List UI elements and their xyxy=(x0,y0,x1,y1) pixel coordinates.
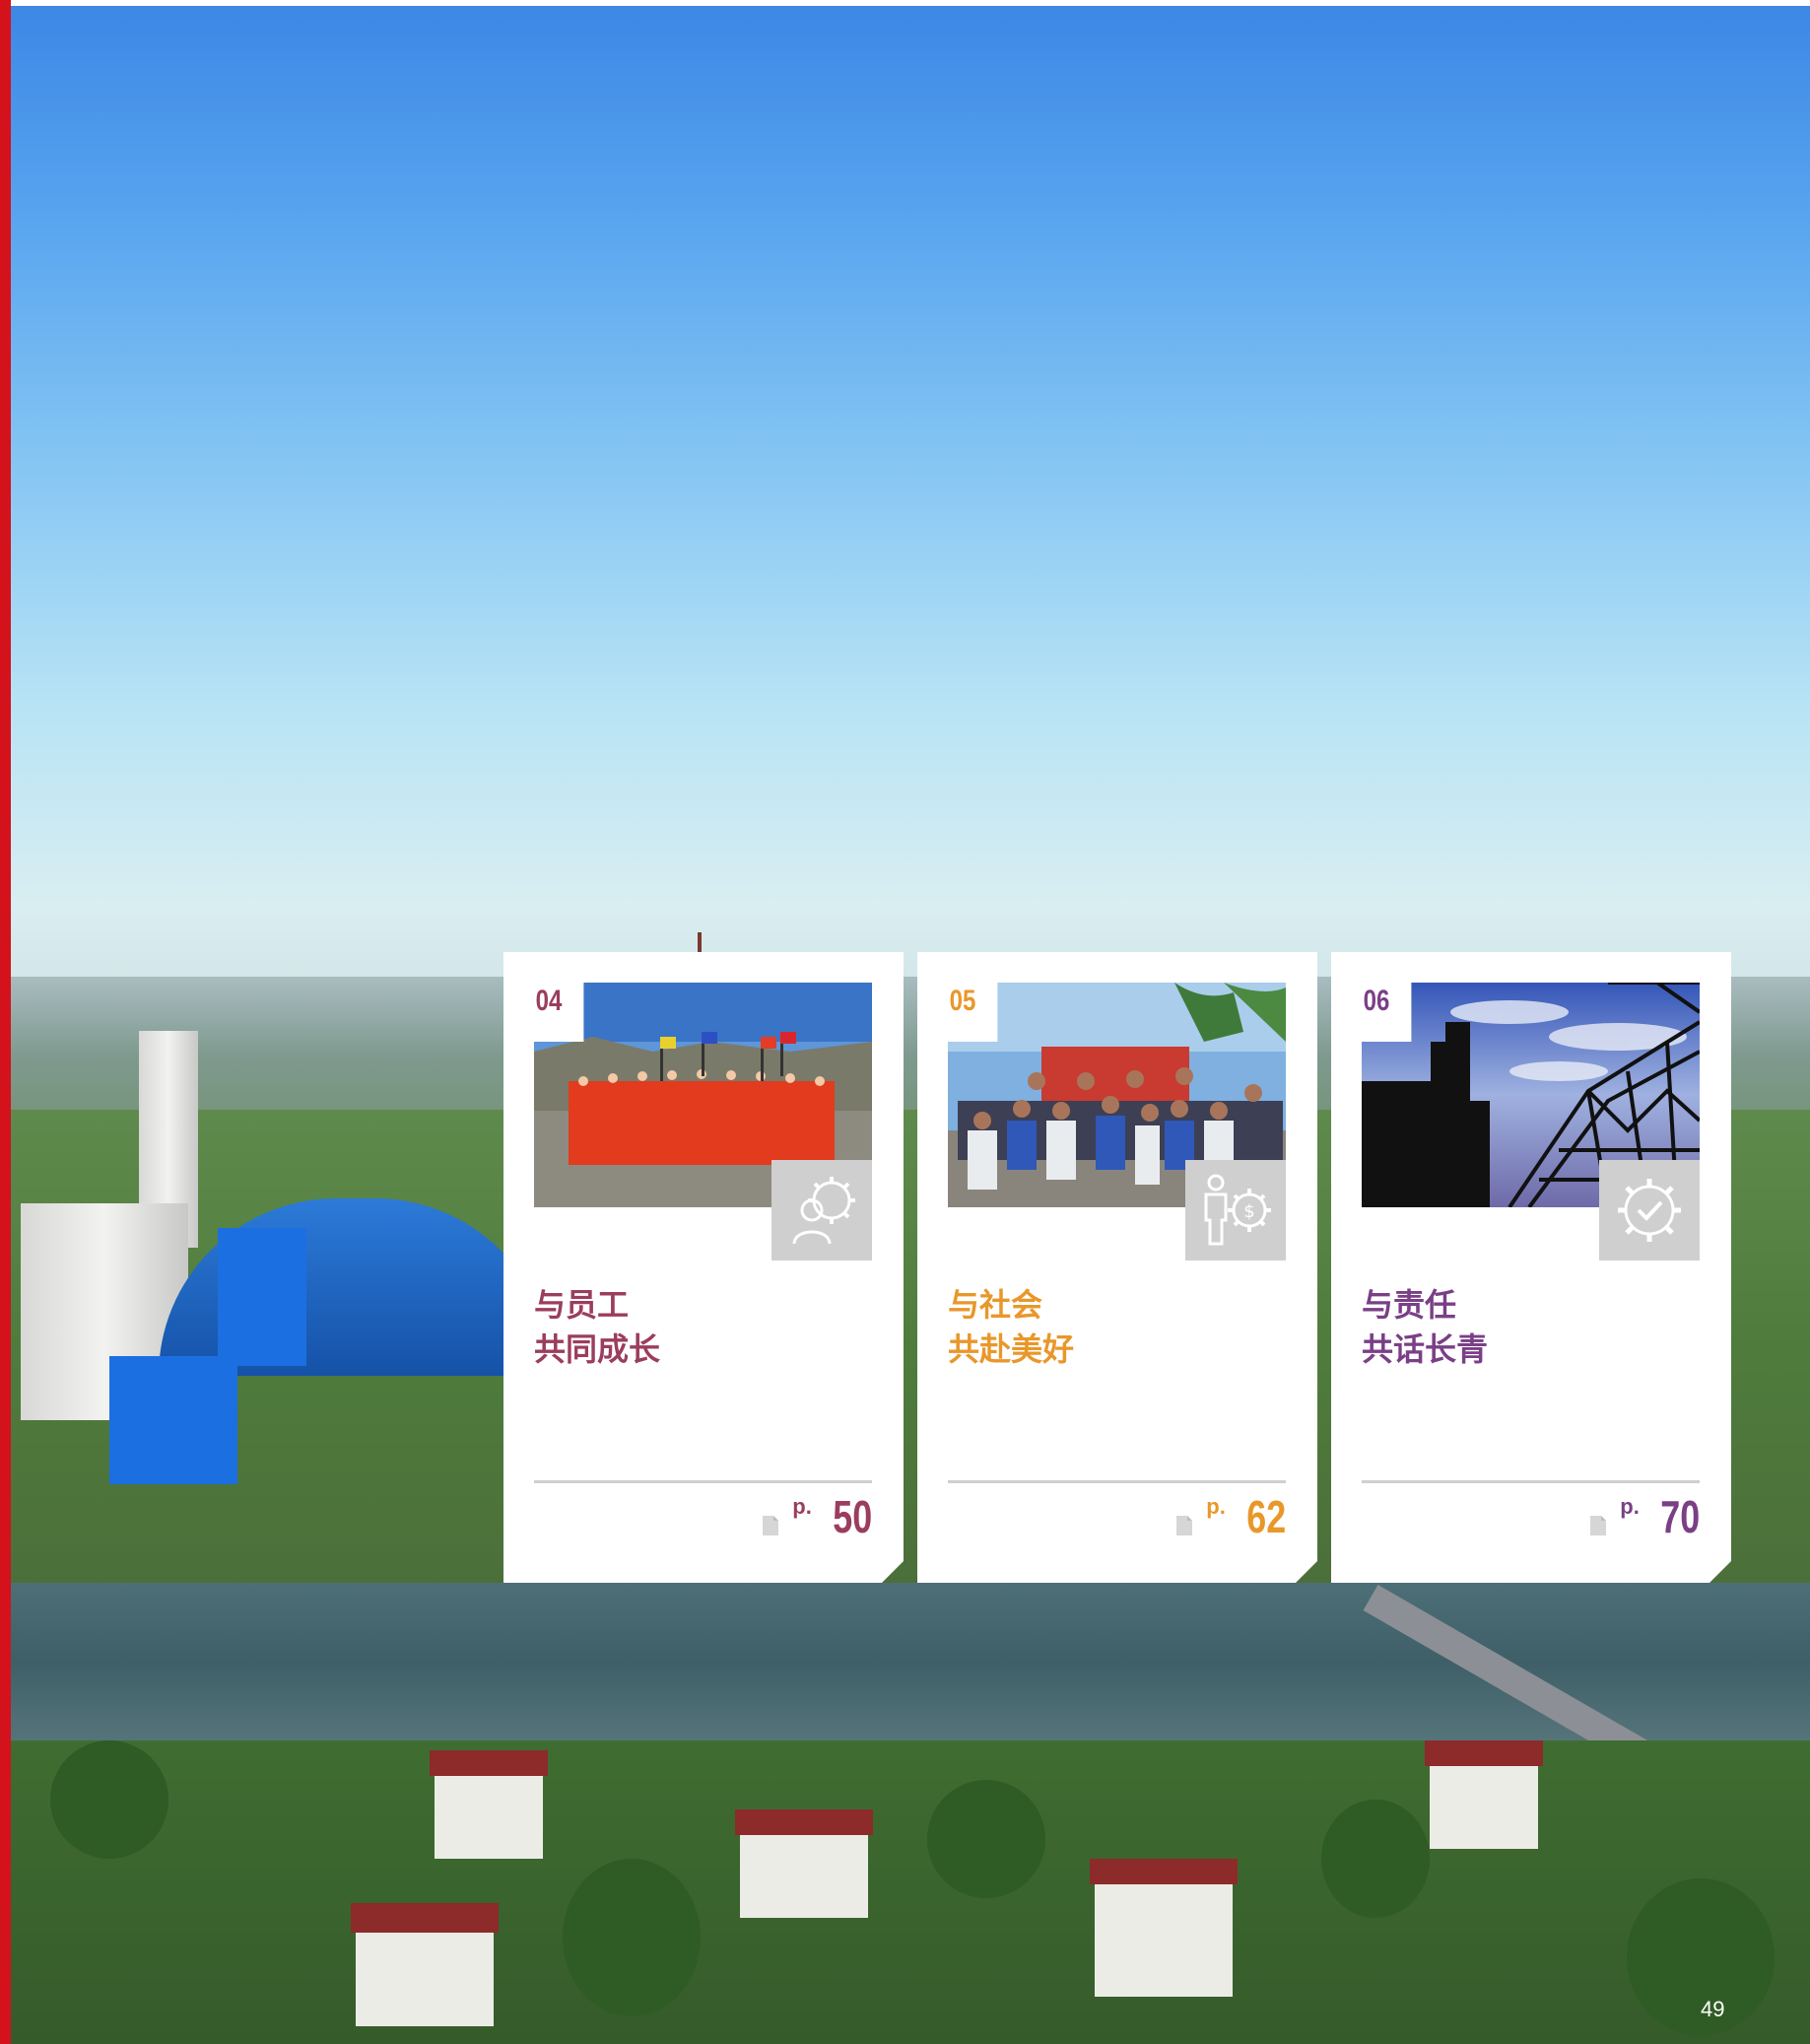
tree xyxy=(563,1859,701,2016)
roof xyxy=(1090,1859,1238,1884)
document-icon xyxy=(1590,1516,1606,1535)
title-line-1: 与社会 xyxy=(948,1286,1043,1324)
page-number: 50 xyxy=(833,1491,872,1542)
title-line-1: 与员工 xyxy=(534,1286,630,1324)
house xyxy=(1430,1760,1538,1849)
house xyxy=(356,1928,494,2026)
roof xyxy=(351,1903,499,1933)
blue-building xyxy=(218,1228,306,1366)
section-card-responsibility[interactable]: 06 与责任 共话长青 p. 70 xyxy=(1331,952,1731,1583)
sky xyxy=(11,6,1810,1031)
accent-red-bar xyxy=(0,0,11,2044)
gear-check-icon xyxy=(1599,1160,1700,1260)
house xyxy=(435,1770,543,1859)
page-number-footer: 49 xyxy=(1701,1997,1725,2021)
document-icon xyxy=(763,1516,778,1535)
divider xyxy=(534,1480,872,1483)
roof xyxy=(1425,1740,1543,1766)
page-reference[interactable]: p. 50 xyxy=(763,1492,872,1541)
section-card-employees[interactable]: 04 与员工 共同成长 p. 50 xyxy=(503,952,904,1583)
section-card-society[interactable]: 05 $ 与社会 共赴美好 p. 62 xyxy=(917,952,1317,1583)
page-reference[interactable]: p. 70 xyxy=(1590,1492,1700,1541)
tree xyxy=(927,1780,1045,1898)
page-number: 62 xyxy=(1246,1491,1286,1542)
village xyxy=(11,1740,1810,2044)
tree xyxy=(1321,1800,1430,1918)
page-prefix: p. xyxy=(792,1494,812,1519)
section-number: 05 xyxy=(948,983,997,1042)
blue-building xyxy=(109,1356,237,1484)
section-title: 与社会 共赴美好 xyxy=(948,1283,1283,1372)
section-number: 04 xyxy=(534,983,583,1042)
title-line-1: 与责任 xyxy=(1362,1286,1457,1324)
section-title: 与责任 共话长青 xyxy=(1362,1283,1697,1372)
tree xyxy=(50,1740,168,1859)
divider xyxy=(948,1480,1286,1483)
section-title: 与员工 共同成长 xyxy=(534,1283,869,1372)
divider xyxy=(1362,1480,1700,1483)
page-prefix: p. xyxy=(1206,1494,1226,1519)
page-number: 70 xyxy=(1660,1491,1700,1542)
person-money-gear-icon: $ xyxy=(1185,1160,1286,1260)
house xyxy=(740,1829,868,1918)
employee-gear-icon xyxy=(771,1160,872,1260)
title-line-2: 共话长青 xyxy=(1362,1330,1489,1368)
report-page: 04 与员工 共同成长 p. 50 05 $ 与社会 共赴美好 p. 62 06… xyxy=(0,0,1810,2044)
house xyxy=(1095,1878,1233,1997)
title-line-2: 共赴美好 xyxy=(948,1330,1075,1368)
roof xyxy=(735,1809,873,1835)
document-icon xyxy=(1176,1516,1192,1535)
svg-text:$: $ xyxy=(1243,1201,1254,1222)
page-prefix: p. xyxy=(1620,1494,1640,1519)
page-reference[interactable]: p. 62 xyxy=(1176,1492,1286,1541)
roof xyxy=(430,1750,548,1776)
section-number: 06 xyxy=(1362,983,1411,1042)
river xyxy=(11,1583,1810,1740)
title-line-2: 共同成长 xyxy=(534,1330,661,1368)
